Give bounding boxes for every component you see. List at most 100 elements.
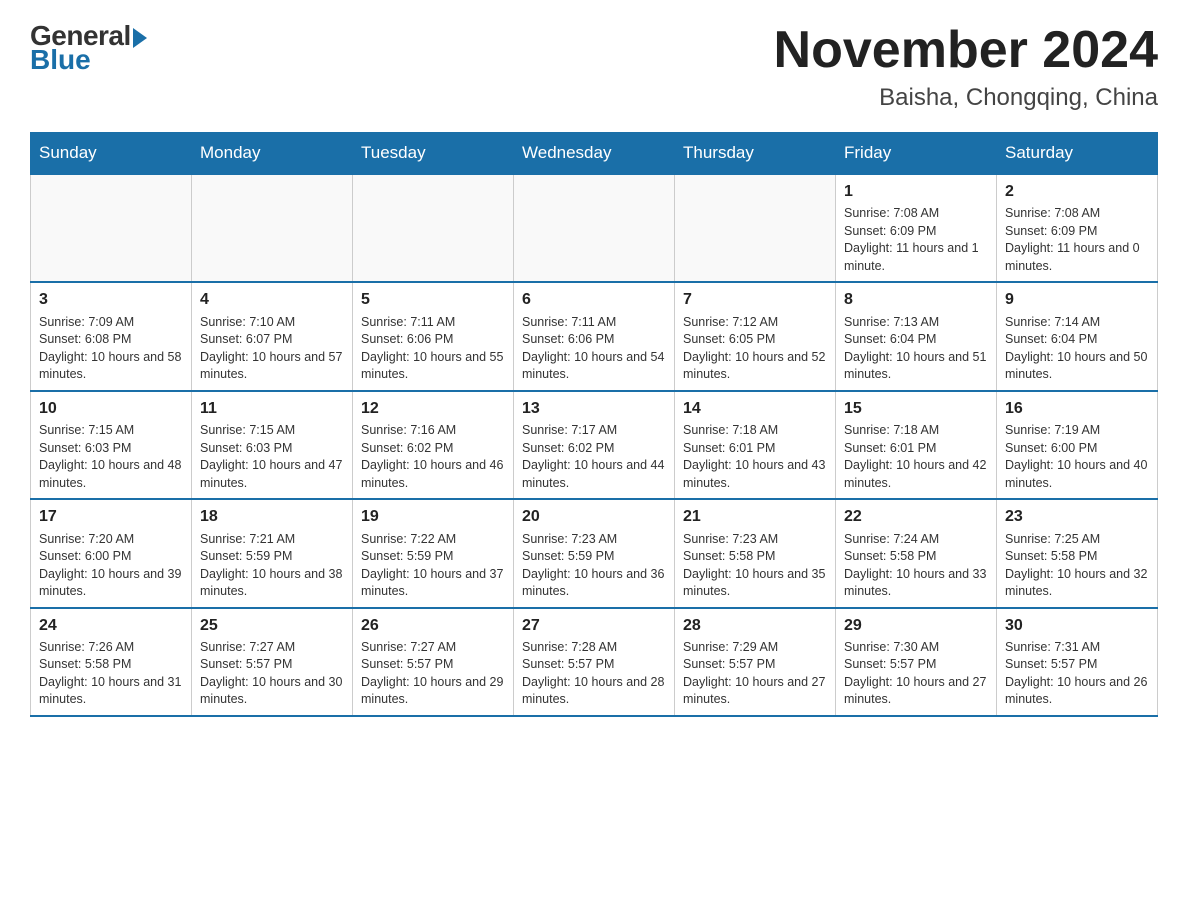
day-info: Sunrise: 7:29 AM Sunset: 5:57 PM Dayligh… [683, 639, 827, 709]
day-info: Sunrise: 7:16 AM Sunset: 6:02 PM Dayligh… [361, 422, 505, 492]
day-number: 25 [200, 615, 344, 637]
day-number: 22 [844, 506, 988, 528]
day-header-wednesday: Wednesday [514, 133, 675, 175]
title-section: November 2024 Baisha, Chongqing, China [774, 20, 1158, 112]
day-number: 29 [844, 615, 988, 637]
day-info: Sunrise: 7:15 AM Sunset: 6:03 PM Dayligh… [39, 422, 183, 492]
day-number: 19 [361, 506, 505, 528]
logo-blue-text: Blue [30, 44, 91, 75]
day-number: 11 [200, 398, 344, 420]
day-number: 12 [361, 398, 505, 420]
table-row: 10Sunrise: 7:15 AM Sunset: 6:03 PM Dayli… [31, 391, 192, 499]
day-number: 2 [1005, 181, 1149, 203]
day-info: Sunrise: 7:19 AM Sunset: 6:00 PM Dayligh… [1005, 422, 1149, 492]
day-number: 16 [1005, 398, 1149, 420]
day-info: Sunrise: 7:14 AM Sunset: 6:04 PM Dayligh… [1005, 314, 1149, 384]
day-info: Sunrise: 7:17 AM Sunset: 6:02 PM Dayligh… [522, 422, 666, 492]
day-info: Sunrise: 7:15 AM Sunset: 6:03 PM Dayligh… [200, 422, 344, 492]
table-row: 23 Sunrise: 7:25 AM Sunset: 5:58 PM Dayli… [997, 499, 1158, 607]
day-number: 14 [683, 398, 827, 420]
day-number: 18 [200, 506, 344, 528]
table-row: 17 Sunrise: 7:20 AM Sunset: 6:00 PM Dayli… [31, 499, 192, 607]
day-info: Sunrise: 7:11 AM Sunset: 6:06 PM Dayligh… [522, 314, 666, 384]
table-row: 6 Sunrise: 7:11 AM Sunset: 6:06 PM Daylig… [514, 282, 675, 390]
day-header-tuesday: Tuesday [353, 133, 514, 175]
day-header-saturday: Saturday [997, 133, 1158, 175]
day-info: Sunrise: 7:25 AM Sunset: 5:58 PM Dayligh… [1005, 531, 1149, 601]
day-info: Sunrise: 7:27 AM Sunset: 5:57 PM Dayligh… [200, 639, 344, 709]
day-header-thursday: Thursday [675, 133, 836, 175]
day-info: Sunrise: 7:11 AM Sunset: 6:06 PM Dayligh… [361, 314, 505, 384]
day-info: Sunrise: 7:31 AM Sunset: 5:57 PM Dayligh… [1005, 639, 1149, 709]
table-row: 9 Sunrise: 7:14 AM Sunset: 6:04 PM Daylig… [997, 282, 1158, 390]
day-info: Sunrise: 7:30 AM Sunset: 5:57 PM Dayligh… [844, 639, 988, 709]
day-info: Sunrise: 7:12 AM Sunset: 6:05 PM Dayligh… [683, 314, 827, 384]
table-row: 2Sunrise: 7:08 AM Sunset: 6:09 PM Daylig… [997, 174, 1158, 282]
day-info: Sunrise: 7:26 AM Sunset: 5:58 PM Dayligh… [39, 639, 183, 709]
day-number: 26 [361, 615, 505, 637]
table-row: 18 Sunrise: 7:21 AM Sunset: 5:59 PM Dayli… [192, 499, 353, 607]
table-row: 28Sunrise: 7:29 AM Sunset: 5:57 PM Dayli… [675, 608, 836, 716]
table-row [675, 174, 836, 282]
table-row: 20 Sunrise: 7:23 AM Sunset: 5:59 PM Dayli… [514, 499, 675, 607]
table-row: 15Sunrise: 7:18 AM Sunset: 6:01 PM Dayli… [836, 391, 997, 499]
day-info: Sunrise: 7:18 AM Sunset: 6:01 PM Dayligh… [844, 422, 988, 492]
table-row: 5Sunrise: 7:11 AM Sunset: 6:06 PM Daylig… [353, 282, 514, 390]
day-number: 21 [683, 506, 827, 528]
table-row: 21 Sunrise: 7:23 AM Sunset: 5:58 PM Dayli… [675, 499, 836, 607]
table-row: 8Sunrise: 7:13 AM Sunset: 6:04 PM Daylig… [836, 282, 997, 390]
day-number: 28 [683, 615, 827, 637]
calendar-body: 1Sunrise: 7:08 AM Sunset: 6:09 PM Daylig… [31, 174, 1158, 716]
table-row: 27Sunrise: 7:28 AM Sunset: 5:57 PM Dayli… [514, 608, 675, 716]
day-info: Sunrise: 7:20 AM Sunset: 6:00 PM Dayligh… [39, 531, 183, 601]
calendar-week-row: 1Sunrise: 7:08 AM Sunset: 6:09 PM Daylig… [31, 174, 1158, 282]
table-row: 3Sunrise: 7:09 AM Sunset: 6:08 PM Daylig… [31, 282, 192, 390]
table-row [31, 174, 192, 282]
day-number: 23 [1005, 506, 1149, 528]
calendar-week-row: 24Sunrise: 7:26 AM Sunset: 5:58 PM Dayli… [31, 608, 1158, 716]
day-info: Sunrise: 7:08 AM Sunset: 6:09 PM Dayligh… [1005, 205, 1149, 275]
day-info: Sunrise: 7:13 AM Sunset: 6:04 PM Dayligh… [844, 314, 988, 384]
table-row: 22 Sunrise: 7:24 AM Sunset: 5:58 PM Dayli… [836, 499, 997, 607]
day-info: Sunrise: 7:22 AM Sunset: 5:59 PM Dayligh… [361, 531, 505, 601]
logo: General Blue [30, 20, 147, 76]
day-info: Sunrise: 7:24 AM Sunset: 5:58 PM Dayligh… [844, 531, 988, 601]
day-number: 30 [1005, 615, 1149, 637]
table-row: 12Sunrise: 7:16 AM Sunset: 6:02 PM Dayli… [353, 391, 514, 499]
table-row [353, 174, 514, 282]
calendar-week-row: 10Sunrise: 7:15 AM Sunset: 6:03 PM Dayli… [31, 391, 1158, 499]
logo-arrow-icon [133, 28, 147, 48]
day-number: 17 [39, 506, 183, 528]
table-row: 7 Sunrise: 7:12 AM Sunset: 6:05 PM Daylig… [675, 282, 836, 390]
table-row [514, 174, 675, 282]
day-number: 1 [844, 181, 988, 203]
day-number: 27 [522, 615, 666, 637]
day-number: 7 [683, 289, 827, 311]
day-number: 6 [522, 289, 666, 311]
day-info: Sunrise: 7:23 AM Sunset: 5:59 PM Dayligh… [522, 531, 666, 601]
day-number: 10 [39, 398, 183, 420]
day-number: 20 [522, 506, 666, 528]
day-info: Sunrise: 7:08 AM Sunset: 6:09 PM Dayligh… [844, 205, 988, 275]
day-header-monday: Monday [192, 133, 353, 175]
table-row: 24Sunrise: 7:26 AM Sunset: 5:58 PM Dayli… [31, 608, 192, 716]
day-info: Sunrise: 7:18 AM Sunset: 6:01 PM Dayligh… [683, 422, 827, 492]
table-row: 1Sunrise: 7:08 AM Sunset: 6:09 PM Daylig… [836, 174, 997, 282]
location-title: Baisha, Chongqing, China [774, 84, 1158, 112]
day-number: 9 [1005, 289, 1149, 311]
day-info: Sunrise: 7:21 AM Sunset: 5:59 PM Dayligh… [200, 531, 344, 601]
month-title: November 2024 [774, 20, 1158, 80]
day-number: 15 [844, 398, 988, 420]
table-row: 16Sunrise: 7:19 AM Sunset: 6:00 PM Dayli… [997, 391, 1158, 499]
table-row: 4Sunrise: 7:10 AM Sunset: 6:07 PM Daylig… [192, 282, 353, 390]
day-info: Sunrise: 7:10 AM Sunset: 6:07 PM Dayligh… [200, 314, 344, 384]
calendar-week-row: 3Sunrise: 7:09 AM Sunset: 6:08 PM Daylig… [31, 282, 1158, 390]
day-header-friday: Friday [836, 133, 997, 175]
calendar-header: SundayMondayTuesdayWednesdayThursdayFrid… [31, 133, 1158, 175]
day-number: 24 [39, 615, 183, 637]
day-info: Sunrise: 7:27 AM Sunset: 5:57 PM Dayligh… [361, 639, 505, 709]
day-info: Sunrise: 7:23 AM Sunset: 5:58 PM Dayligh… [683, 531, 827, 601]
day-info: Sunrise: 7:28 AM Sunset: 5:57 PM Dayligh… [522, 639, 666, 709]
page-header: General Blue November 2024 Baisha, Chong… [30, 20, 1158, 112]
table-row: 30Sunrise: 7:31 AM Sunset: 5:57 PM Dayli… [997, 608, 1158, 716]
